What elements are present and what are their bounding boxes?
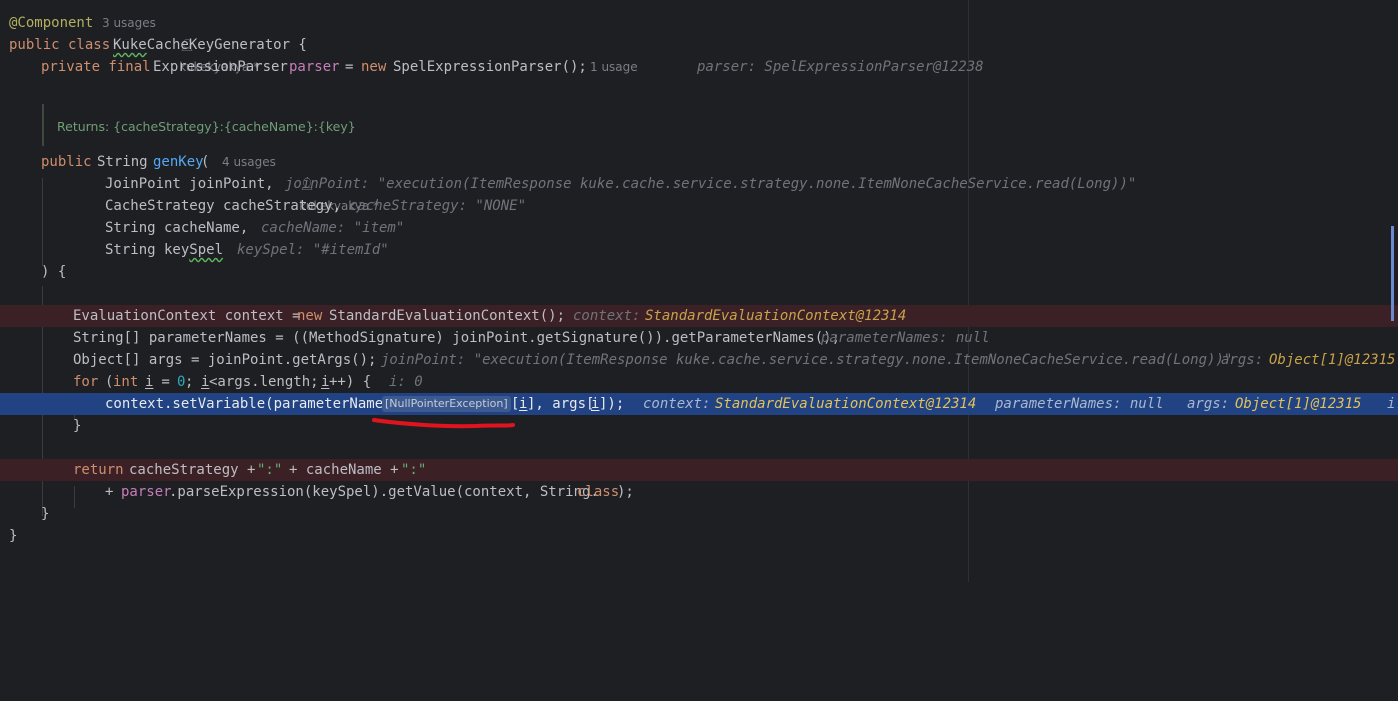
debug-inline-label: args: — [1187, 396, 1230, 412]
debug-inline-value: parameterNames: null — [821, 330, 990, 346]
debug-inline-value: cacheName: "item" — [261, 220, 405, 236]
exception-badge[interactable]: [NullPointerException] — [382, 396, 511, 412]
scrollbar-marker[interactable] — [1391, 226, 1394, 321]
code-line-class-decl[interactable]: public class KukeCacheKeyGenerator { — [0, 34, 1398, 56]
debug-inline-value: cacheStrategy: "NONE" — [349, 198, 527, 214]
for-keyword: for — [73, 374, 99, 390]
close-brace-token: } — [9, 528, 18, 544]
close-brace-token: } — [41, 506, 50, 522]
modifier-token: public — [41, 154, 92, 170]
code-token: cacheStrategy + — [129, 462, 256, 478]
code-token: = — [153, 374, 170, 390]
class-keyword: class — [577, 484, 620, 500]
code-token: StandardEvaluationContext(); — [329, 308, 566, 324]
debug-inline-value: i: 0 — [389, 374, 423, 390]
debug-inline-value: Object[1]@12315 — [1235, 396, 1362, 412]
code-line[interactable]: } — [0, 503, 1398, 525]
return-keyword: return — [73, 462, 124, 478]
debug-inline-value: parameterNames: null — [995, 396, 1164, 412]
debug-inline-value: joinPoint: "execution(ItemResponse kuke.… — [285, 176, 1137, 192]
field-name-token: parser — [121, 484, 172, 500]
code-token: ], args[ — [527, 396, 595, 412]
code-line-param[interactable]: CacheStrategy cacheStrategy, cacheStrate… — [0, 195, 1398, 217]
type-token: ExpressionParser — [153, 59, 288, 75]
string-token: ":" — [401, 462, 427, 478]
code-line[interactable]: Object[] args = joinPoint.getArgs(); joi… — [0, 349, 1398, 371]
code-token: ++) { — [329, 374, 372, 390]
code-line-method-decl[interactable]: public String genKey ( 4 usages 👤︎ kukek… — [0, 151, 1398, 213]
param-code-squiggle: Spel — [189, 242, 224, 258]
code-line-breakpoint[interactable]: EvaluationContext context = new Standard… — [0, 305, 1398, 327]
modifier-token: private final — [41, 59, 151, 75]
code-line-execution-point[interactable]: context.setVariable(parameterNames [Null… — [0, 393, 1398, 415]
code-line-param[interactable]: String cacheName, cacheName: "item" — [0, 217, 1398, 239]
code-line-param[interactable]: JoinPoint joinPoint, joinPoint: "executi… — [0, 173, 1398, 195]
code-line-params-close[interactable]: ) { — [0, 261, 1398, 283]
usages-hint[interactable]: 1 usage — [590, 56, 638, 78]
code-line-for[interactable]: for ( int i = 0 ; i <args.length; i ++) … — [0, 371, 1398, 393]
code-line-annotation[interactable]: @Component 3 usages 👤︎ kukekyakya * — [0, 12, 1398, 74]
new-keyword: new — [361, 59, 387, 75]
field-name-token: parser — [289, 59, 340, 75]
class-name-prefix: KukeCacheKeyGenerator { — [113, 34, 307, 56]
initializer-token: SpelExpressionParser(); — [393, 59, 587, 75]
param-code: JoinPoint joinPoint, — [105, 176, 274, 192]
debug-inline-value: Object[1]@12315 — [1269, 352, 1396, 368]
debug-inline-label: context: — [573, 308, 641, 324]
paren-token: ( — [201, 154, 210, 170]
code-line[interactable]: + parser .parseExpression(keySpel).getVa… — [0, 481, 1398, 503]
code-token: + — [105, 484, 114, 500]
code-token: Object[] args = joinPoint.getArgs(); — [73, 352, 377, 368]
param-code: String keySpel — [105, 239, 223, 261]
assign-token: = — [345, 59, 354, 75]
class-name-suffix: CacheKeyGenerator { — [146, 37, 307, 53]
int-keyword: int — [113, 374, 139, 390]
code-token: String[] parameterNames = ((MethodSignat… — [73, 330, 841, 346]
method-name-token: genKey — [153, 154, 204, 170]
debug-inline-value: StandardEvaluationContext@12314 — [645, 308, 907, 324]
annotation-token: @Component — [9, 15, 94, 31]
code-line-field[interactable]: private final ExpressionParser parser = … — [0, 56, 1398, 78]
class-name-squiggle: Kuke — [113, 37, 147, 53]
code-token: ; — [185, 374, 194, 390]
code-token: context.setVariable(parameterNames — [105, 396, 392, 412]
close-brace-token: } — [73, 418, 82, 434]
code-token: .parseExpression(keySpel).getValue(conte… — [169, 484, 599, 500]
keyword-token: public class — [9, 37, 111, 53]
code-token: ]); — [599, 396, 625, 412]
debug-inline-value: keySpel: "#itemId" — [237, 242, 389, 258]
code-token: ); — [617, 484, 634, 500]
code-token: <args.length; — [209, 374, 328, 390]
param-code-prefix: String key — [105, 242, 190, 258]
debug-inline-value: parser: SpelExpressionParser@12238 — [697, 59, 984, 75]
new-keyword: new — [297, 308, 323, 324]
usages-hint[interactable]: 4 usages — [222, 151, 276, 173]
doc-comment-line: Returns: {cacheStrategy}:{cacheName}:{ke… — [0, 116, 1398, 138]
code-token: EvaluationContext context = — [73, 308, 301, 324]
debug-inline-label: context: — [643, 396, 711, 412]
code-line[interactable]: } — [0, 415, 1398, 437]
return-type-token: String — [97, 154, 148, 170]
string-token: ":" — [257, 462, 283, 478]
doc-comment-text: Returns: {cacheStrategy}:{cacheName}:{ke… — [57, 119, 356, 134]
code-token: + cacheName + — [289, 462, 399, 478]
debug-inline-label: i: — [1387, 396, 1398, 412]
params-close-token: ) { — [41, 264, 67, 280]
code-line-param[interactable]: String keySpel keySpel: "#itemId" — [0, 239, 1398, 261]
code-line-breakpoint[interactable]: return cacheStrategy + ":" + cacheName +… — [0, 459, 1398, 481]
usages-hint[interactable]: 3 usages — [102, 12, 156, 34]
param-code: String cacheName, — [105, 220, 249, 236]
code-line[interactable]: } — [0, 525, 1398, 547]
code-line[interactable]: String[] parameterNames = ((MethodSignat… — [0, 327, 1398, 349]
param-code: CacheStrategy cacheStrategy, — [105, 198, 342, 214]
debug-inline-value: StandardEvaluationContext@12314 — [715, 396, 977, 412]
debug-inline-label: args: — [1221, 352, 1264, 368]
debug-inline-value: joinPoint: "execution(ItemResponse kuke.… — [381, 352, 1233, 368]
